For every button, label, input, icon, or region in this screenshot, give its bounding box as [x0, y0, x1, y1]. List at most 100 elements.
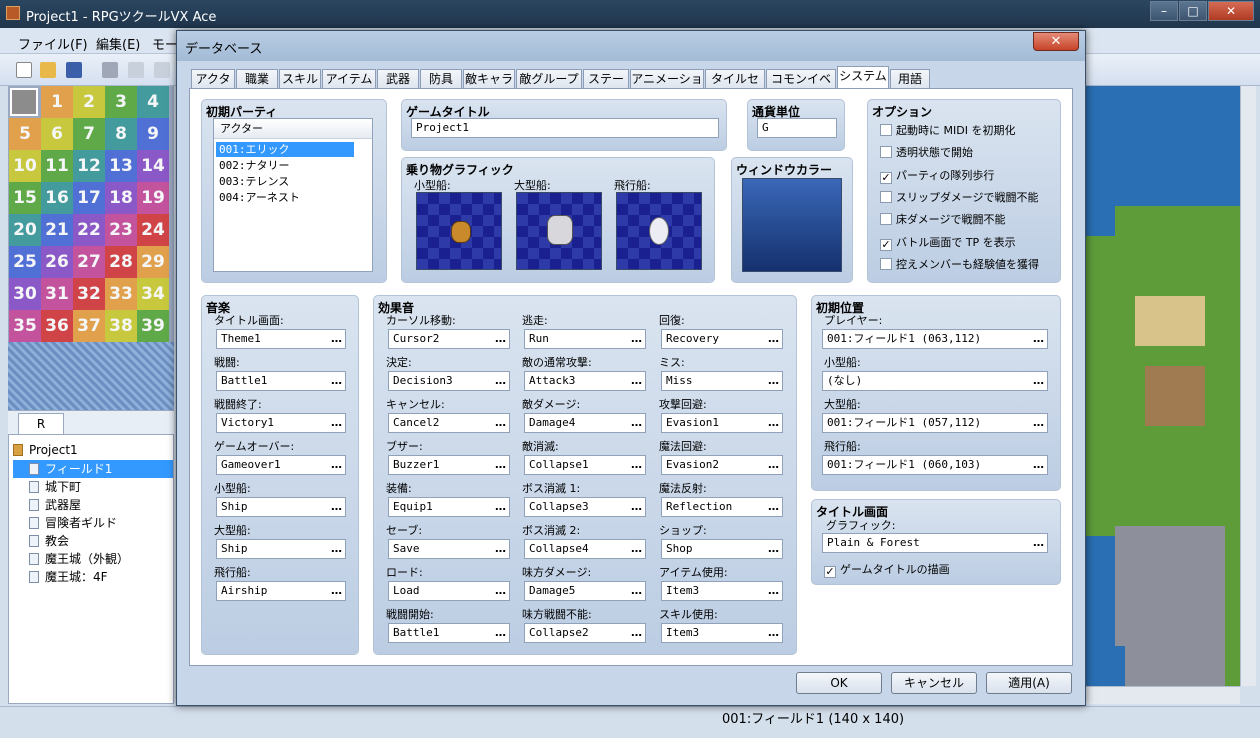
browse-button[interactable]: …	[331, 372, 342, 390]
tab-troop[interactable]: 敵グループ	[516, 69, 582, 89]
browse-button[interactable]: …	[1033, 534, 1044, 552]
map-canvas[interactable]	[1085, 86, 1240, 686]
party-member[interactable]: 004:アーネスト	[216, 190, 354, 205]
palette-tile[interactable]: 29	[137, 246, 169, 278]
browse-button[interactable]: …	[631, 372, 642, 390]
se-field[interactable]: Damage5…	[524, 581, 646, 601]
tab-common-event[interactable]: コモンイベント	[766, 69, 836, 104]
browse-button[interactable]: …	[331, 414, 342, 432]
game-title-input[interactable]: Project1	[411, 118, 719, 138]
music-title-field[interactable]: Theme1…	[216, 329, 346, 349]
palette-tile[interactable]: 22	[73, 214, 105, 246]
browse-button[interactable]: …	[1033, 372, 1044, 390]
music-gameover-field[interactable]: Gameover1…	[216, 455, 346, 475]
se-field[interactable]: Collapse2…	[524, 623, 646, 643]
browse-button[interactable]: …	[495, 456, 506, 474]
option-slip-death[interactable]: スリップダメージで戦闘不能	[880, 189, 1038, 205]
browse-button[interactable]: …	[768, 624, 779, 642]
party-member[interactable]: 001:エリック	[216, 142, 354, 157]
palette-tile[interactable]: 32	[73, 278, 105, 310]
browse-button[interactable]: …	[1033, 456, 1044, 474]
dialog-close-button[interactable]: ✕	[1033, 32, 1079, 51]
tab-armor[interactable]: 防具	[420, 69, 462, 89]
tree-item[interactable]: フィールド1	[13, 460, 173, 478]
palette-tile[interactable]: 15	[9, 182, 41, 214]
se-field[interactable]: Equip1…	[388, 497, 510, 517]
se-field[interactable]: Collapse3…	[524, 497, 646, 517]
palette-tile[interactable]: 38	[105, 310, 137, 342]
menu-mode[interactable]: モー	[152, 34, 178, 53]
palette-tile[interactable]: 24	[137, 214, 169, 246]
ship-graphic[interactable]	[516, 192, 602, 270]
title-graphic-field[interactable]: Plain & Forest…	[822, 533, 1048, 553]
checkbox[interactable]	[880, 124, 892, 136]
browse-button[interactable]: …	[768, 330, 779, 348]
se-field[interactable]: Miss…	[661, 371, 783, 391]
browse-button[interactable]: …	[495, 372, 506, 390]
browse-button[interactable]: …	[495, 414, 506, 432]
palette-tile[interactable]: 23	[105, 214, 137, 246]
browse-button[interactable]: …	[495, 330, 506, 348]
tree-item[interactable]: 武器屋	[29, 496, 81, 514]
se-field[interactable]: Battle1…	[388, 623, 510, 643]
close-button[interactable]: ✕	[1208, 1, 1254, 21]
se-field[interactable]: Damage4…	[524, 413, 646, 433]
palette-tile[interactable]: 16	[41, 182, 73, 214]
map-horizontal-scrollbar[interactable]	[1085, 686, 1240, 704]
cut-icon[interactable]	[102, 62, 118, 78]
start-airship-field[interactable]: 001:フィールド1 (060,103)…	[822, 455, 1048, 475]
browse-button[interactable]: …	[1033, 330, 1044, 348]
browse-button[interactable]: …	[631, 456, 642, 474]
se-field[interactable]: Buzzer1…	[388, 455, 510, 475]
browse-button[interactable]: …	[768, 414, 779, 432]
browse-button[interactable]: …	[631, 330, 642, 348]
palette-tile[interactable]: 2	[73, 86, 105, 118]
browse-button[interactable]: …	[331, 456, 342, 474]
browse-button[interactable]: …	[331, 330, 342, 348]
tree-item[interactable]: 教会	[29, 532, 69, 550]
music-boat-field[interactable]: Ship…	[216, 497, 346, 517]
palette-tile[interactable]: 34	[137, 278, 169, 310]
browse-button[interactable]: …	[768, 582, 779, 600]
tree-item[interactable]: 冒険者ギルド	[29, 514, 117, 532]
draw-game-title-option[interactable]: ✓ ゲームタイトルの描画	[824, 561, 950, 578]
tab-terms[interactable]: 用語	[890, 69, 930, 89]
palette-tile[interactable]: 13	[105, 150, 137, 182]
tree-item[interactable]: 魔王城（外観）	[29, 550, 129, 568]
tree-root[interactable]: Project1	[13, 441, 78, 459]
browse-button[interactable]: …	[631, 498, 642, 516]
palette-tile[interactable]: 8	[105, 118, 137, 150]
browse-button[interactable]: …	[331, 540, 342, 558]
tab-state[interactable]: ステート	[583, 69, 629, 104]
tab-enemy[interactable]: 敵キャラ	[463, 69, 515, 89]
option-transparent-start[interactable]: 透明状態で開始	[880, 144, 973, 160]
maximize-button[interactable]: □	[1179, 1, 1207, 21]
copy-icon[interactable]	[128, 62, 144, 78]
browse-button[interactable]: …	[495, 582, 506, 600]
palette-tile[interactable]: 5	[9, 118, 41, 150]
palette-tile[interactable]: 28	[105, 246, 137, 278]
palette-tile[interactable]: 36	[41, 310, 73, 342]
menu-edit[interactable]: 編集(E)	[96, 34, 140, 53]
palette-tile[interactable]: 12	[73, 150, 105, 182]
se-field[interactable]: Recovery…	[661, 329, 783, 349]
se-field[interactable]: Collapse4…	[524, 539, 646, 559]
se-field[interactable]: Save…	[388, 539, 510, 559]
se-field[interactable]: Run…	[524, 329, 646, 349]
tab-class[interactable]: 職業	[236, 69, 278, 89]
palette-tile[interactable]: 4	[137, 86, 169, 118]
tab-weapon[interactable]: 武器	[377, 69, 419, 89]
browse-button[interactable]: …	[631, 414, 642, 432]
currency-input[interactable]: G	[757, 118, 837, 138]
browse-button[interactable]: …	[768, 540, 779, 558]
tab-system[interactable]: システム	[837, 66, 889, 90]
ok-button[interactable]: OK	[796, 672, 882, 694]
palette-tile[interactable]: 6	[41, 118, 73, 150]
se-field[interactable]: Attack3…	[524, 371, 646, 391]
browse-button[interactable]: …	[1033, 414, 1044, 432]
palette-tile[interactable]: 20	[9, 214, 41, 246]
music-airship-field[interactable]: Airship…	[216, 581, 346, 601]
palette-tile[interactable]: 30	[9, 278, 41, 310]
minimize-button[interactable]: –	[1150, 1, 1178, 21]
checkbox[interactable]: ✓	[880, 239, 892, 251]
